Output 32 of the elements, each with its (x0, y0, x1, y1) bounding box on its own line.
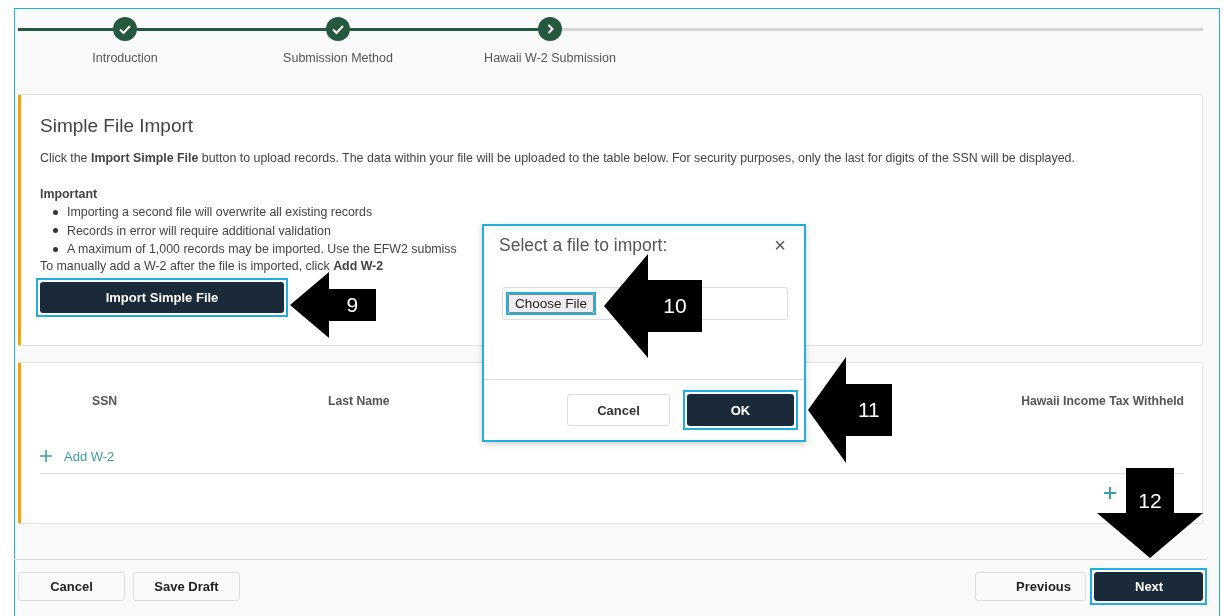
important-heading: Important (40, 187, 99, 201)
callout-number: 10 (662, 293, 688, 319)
bullet-icon (53, 228, 58, 234)
dialog-button[interactable]: Cancel (567, 394, 670, 426)
bullet-item: Records in error will require additional validation (67, 222, 331, 240)
footer-button[interactable]: Cancel (18, 572, 125, 601)
callout-number: 12 (1137, 488, 1163, 514)
step-label: Submission Method (283, 51, 393, 65)
column-header: Last Name (328, 394, 390, 408)
footer-button[interactable]: Next (1094, 572, 1203, 601)
plus-icon[interactable] (40, 450, 52, 462)
close-button[interactable]: × (774, 234, 786, 257)
description-text: Click the Import Simple File button to upload records. The data within your file will be uploaded to the table below. For security purposes, only the last for digits of the SSN will be displayed. (40, 151, 1076, 165)
column-header: SSN (92, 394, 118, 408)
manual-note: To manually add a W-2 after the file is imported, click Add W-2 (40, 258, 385, 273)
callout-number: 9 (345, 292, 360, 318)
bullet-item: Importing a second file will overwrite all existing records (67, 204, 373, 221)
bullet-icon (53, 246, 58, 252)
bullet-item: A maximum of 1,000 records may be imported. Use the EFW2 submiss (67, 241, 457, 258)
choose-file-button[interactable]: Choose File (508, 294, 595, 313)
plus-icon[interactable] (1104, 487, 1116, 499)
step-label: Hawaii W-2 Submission (484, 51, 616, 65)
dialog-button[interactable]: OK (687, 394, 794, 426)
import-button[interactable]: Import Simple File (40, 281, 284, 313)
footer-button[interactable]: Save Draft (133, 572, 240, 601)
callout-number: 11 (857, 397, 881, 423)
panel-title: Simple File Import (40, 115, 195, 137)
step-label: Introduction (92, 51, 158, 65)
dialog-title: Select a file to import: (499, 235, 668, 256)
column-header: Hawaii Income Tax Withheld (1021, 394, 1184, 408)
bullet-icon (53, 209, 58, 215)
footer-button[interactable]: Previous (975, 572, 1086, 601)
